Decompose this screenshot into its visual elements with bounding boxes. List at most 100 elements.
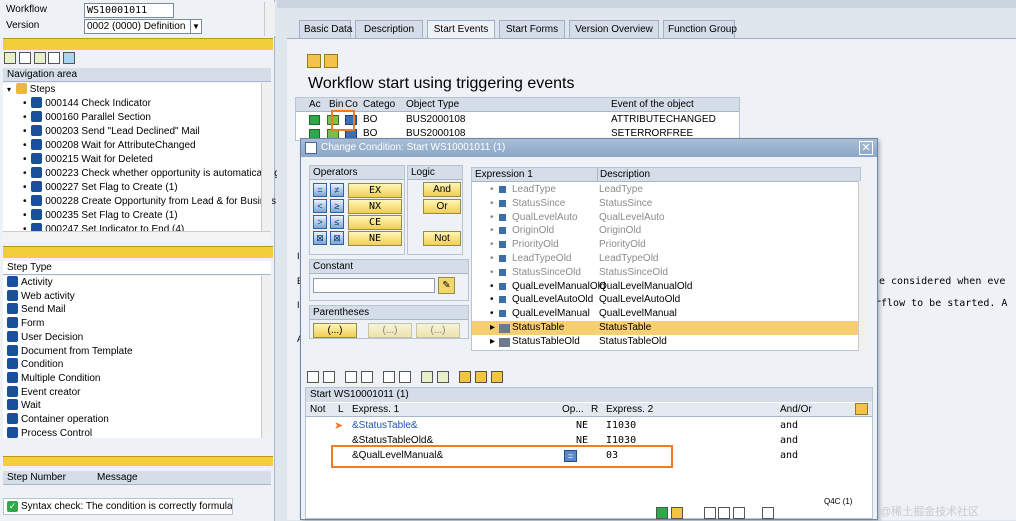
tab-basic-data[interactable]: Basic Data	[299, 20, 352, 38]
tree-item[interactable]: • 000223 Check whether opportunity is au…	[3, 167, 280, 181]
list-item[interactable]: • QualLevelManual QualLevelManual	[472, 307, 860, 321]
tree-item[interactable]: • 000227 Set Flag to Create (1)	[3, 181, 261, 195]
list-item[interactable]: • PriorityOld PriorityOld	[472, 238, 860, 252]
list-item[interactable]: • StatusSinceOld StatusSinceOld	[472, 266, 860, 280]
insert-row-icon[interactable]	[421, 371, 433, 383]
list-item[interactable]: • StatusSince StatusSince	[472, 197, 860, 211]
operator-symbol-icon[interactable]: ≤	[330, 215, 344, 229]
step-type-item[interactable]: Process Control	[3, 426, 261, 438]
operator-symbol-icon[interactable]: <	[313, 199, 327, 213]
list-item[interactable]: ▸ StatusTableOld StatusTableOld	[472, 335, 860, 349]
and-button[interactable]: And	[423, 182, 461, 197]
list-item[interactable]: ▸ StatusTable StatusTable	[472, 321, 860, 335]
tab-function-group[interactable]: Function Group	[663, 20, 737, 38]
tree-item[interactable]: • 000228 Create Opportunity from Lead & …	[3, 195, 276, 209]
edit-icon[interactable]	[703, 507, 716, 519]
operator-symbol-icon[interactable]: ⊠	[330, 231, 344, 245]
splitter-bar[interactable]	[3, 38, 273, 50]
prev-icon[interactable]	[459, 371, 471, 383]
delete-row-icon[interactable]	[437, 371, 449, 383]
select-icon[interactable]	[307, 371, 319, 383]
version-select[interactable]: 0002 (0000) Definition	[84, 19, 202, 34]
step-type-item[interactable]: User Decision	[3, 330, 261, 345]
cut-icon[interactable]	[323, 371, 335, 383]
operator-symbol-icon[interactable]: >	[313, 215, 327, 229]
list-item[interactable]: • OriginOld OriginOld	[472, 224, 860, 238]
tree-icon[interactable]	[63, 52, 76, 64]
tab-start-events[interactable]: Start Events	[427, 20, 495, 38]
operator-ex-button[interactable]: EX	[348, 183, 402, 198]
operator-ne-button[interactable]: NE	[348, 231, 402, 246]
step-type-item[interactable]: Web activity	[3, 289, 261, 304]
tree-item[interactable]: • 000203 Send "Lead Declined" Mail	[3, 125, 261, 139]
arrow-right-icon[interactable]	[33, 52, 46, 64]
paren-button-disabled[interactable]: (...)	[368, 323, 412, 338]
tree-item[interactable]: • 000215 Wait for Deleted	[3, 153, 261, 167]
tab-description[interactable]: Description	[355, 20, 423, 38]
list-item[interactable]: • LeadTypeOld LeadTypeOld	[472, 252, 860, 266]
close-icon[interactable]: ✕	[859, 141, 873, 155]
operator-symbol-icon[interactable]: ≠	[330, 183, 344, 197]
operator-symbol-icon[interactable]: ≥	[330, 199, 344, 213]
list-item[interactable]: • QualLevelManualOld QualLevelManualOld	[472, 280, 860, 294]
copy-icon[interactable]	[307, 54, 321, 68]
workflow-field[interactable]: WS10001011	[84, 3, 174, 18]
list-item[interactable]: • QualLevelAuto QualLevelAuto	[472, 211, 860, 225]
step-type-item[interactable]: Condition	[3, 358, 261, 372]
next-icon[interactable]	[491, 371, 503, 383]
tree-root-steps[interactable]: ▾ Steps	[3, 83, 261, 97]
delete-icon[interactable]	[324, 54, 338, 68]
check-icon[interactable]	[670, 507, 683, 519]
copy-icon[interactable]	[345, 371, 357, 383]
table-settings-icon[interactable]	[855, 403, 868, 415]
step-type-item[interactable]: Send Mail	[3, 303, 261, 317]
expand-icon[interactable]	[48, 52, 61, 64]
paren-button-disabled[interactable]: (...)	[416, 323, 460, 338]
tree-item[interactable]: • 000144 Check Indicator	[3, 97, 261, 111]
nav-scrollbar[interactable]	[261, 83, 272, 231]
doc-icon[interactable]	[733, 507, 746, 519]
collapse-icon[interactable]	[18, 52, 31, 64]
or-button[interactable]: Or	[423, 199, 461, 214]
tree-item[interactable]: • 000208 Wait for AttributeChanged	[3, 139, 261, 153]
pencil-icon[interactable]: ✎	[438, 277, 455, 294]
active-icon[interactable]	[309, 115, 320, 125]
operator-nx-button[interactable]: NX	[348, 199, 402, 214]
splitter-bar[interactable]	[3, 456, 273, 466]
accept-icon[interactable]	[656, 507, 668, 519]
paren-button[interactable]: (...)	[313, 323, 357, 338]
grid-icon[interactable]	[718, 507, 731, 519]
operator-symbol-icon[interactable]: =	[313, 183, 327, 197]
tab-version-overview[interactable]: Version Overview	[569, 20, 659, 38]
arrow-left-icon[interactable]	[4, 52, 16, 64]
step-type-item[interactable]: Container operation	[3, 413, 261, 427]
tab-start-forms[interactable]: Start Forms	[499, 20, 565, 38]
undo-icon[interactable]	[383, 371, 395, 383]
paste-icon[interactable]	[361, 371, 373, 383]
step-type-item[interactable]: Wait	[3, 399, 261, 413]
info-icon[interactable]	[761, 507, 774, 519]
not-button[interactable]: Not	[423, 231, 461, 246]
splitter-bar[interactable]	[3, 246, 273, 258]
step-type-scrollbar[interactable]	[261, 276, 272, 438]
h-scrollbar[interactable]	[3, 231, 271, 242]
step-type-item[interactable]: Event creator	[3, 385, 261, 400]
tree-item[interactable]: • 000235 Set Flag to Create (1)	[3, 209, 261, 223]
operator-symbol-icon[interactable]: ⊠	[313, 231, 327, 245]
operator-ce-button[interactable]: CE	[348, 215, 402, 230]
list-item[interactable]: • QualLevelAutoOld QualLevelAutoOld	[472, 293, 860, 307]
tree-item[interactable]: • 000160 Parallel Section	[3, 111, 261, 125]
step-type-item[interactable]: Form	[3, 317, 261, 331]
table-row[interactable]: BO BUS2000108 ATTRIBUTECHANGED	[296, 113, 739, 127]
step-type-item[interactable]: Activity	[3, 276, 261, 290]
list-item[interactable]: • LeadType LeadType	[472, 183, 860, 197]
step-type-item[interactable]: Multiple Condition	[3, 371, 261, 386]
expr-scrollbar[interactable]	[858, 181, 869, 351]
table-row[interactable]: ➤ &StatusTable& NE I1030 and	[306, 419, 872, 433]
redo-icon[interactable]	[399, 371, 411, 383]
step-type-item[interactable]: Document from Template	[3, 344, 261, 359]
scrollbar[interactable]	[264, 2, 275, 36]
check-icon[interactable]	[475, 371, 487, 383]
constant-input[interactable]	[313, 278, 435, 293]
chevron-down-icon[interactable]: ▼	[190, 20, 201, 33]
